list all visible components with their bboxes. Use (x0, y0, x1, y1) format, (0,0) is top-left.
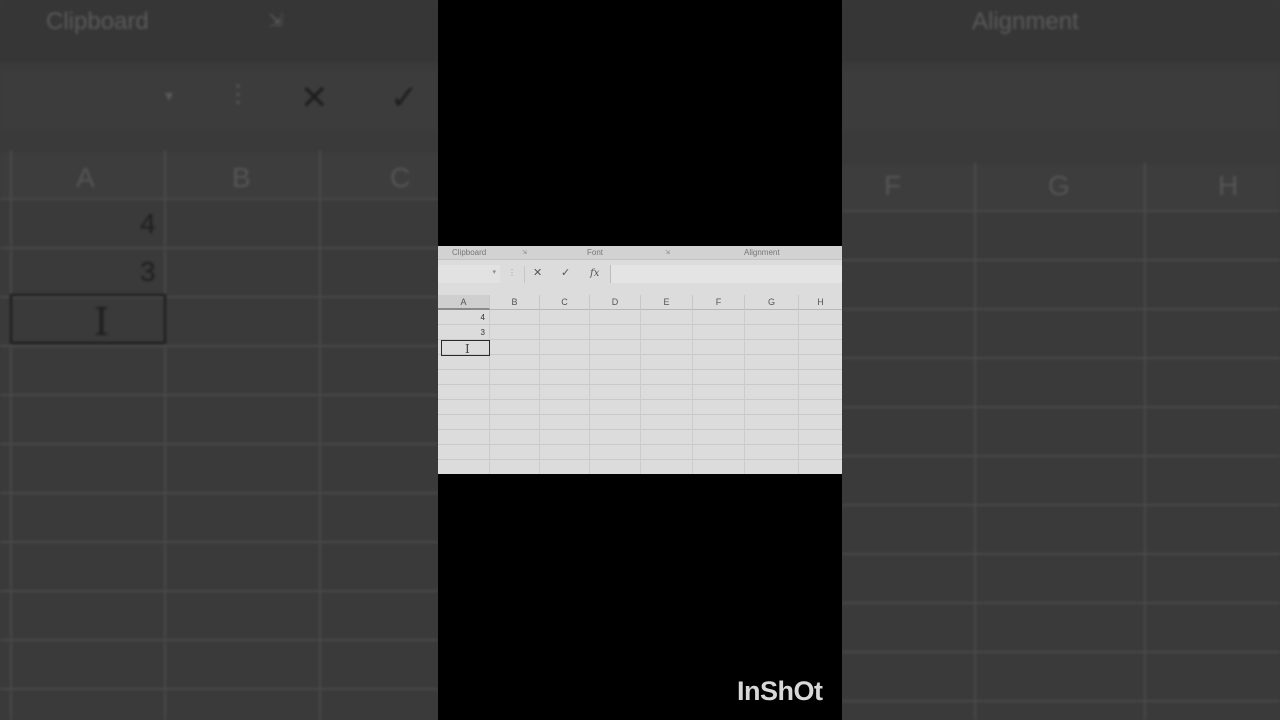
table-row (438, 430, 842, 445)
column-header-a[interactable]: A (438, 295, 490, 310)
bg-clipboard-label: Clipboard (46, 8, 149, 35)
background-zoom-left: Clipboard ⇲ ▾ ⋮ ✕ ✓ A B C 4 3 I (0, 0, 438, 720)
name-box[interactable]: ▾ (438, 265, 500, 283)
table-row (438, 460, 842, 474)
background-zoom-right: Alignment F G H (842, 0, 1280, 720)
bg-cancel-icon: ✕ (300, 79, 329, 117)
spreadsheet-window: Clipboard ⇲ Font ⇲ Alignment ▾ ⋮ ✕ ✓ fx … (438, 246, 842, 474)
column-header-e[interactable]: E (641, 295, 693, 310)
table-row (438, 370, 842, 385)
cell-a1[interactable]: 4 (438, 310, 490, 325)
table-row: 4 (438, 310, 842, 325)
table-row (438, 400, 842, 415)
bg-alignment-label: Alignment (972, 8, 1079, 35)
bg-col-h: H (1218, 170, 1239, 201)
name-box-dropdown-icon[interactable]: ▾ (492, 268, 496, 276)
bg-active-cell (10, 294, 166, 344)
bg-col-b: B (232, 162, 251, 193)
bg-col-c: C (390, 162, 411, 193)
bg-dropdown-icon: ▾ (165, 88, 174, 105)
clipboard-launcher-icon[interactable]: ⇲ (522, 249, 527, 256)
column-header-h[interactable]: H (799, 295, 842, 310)
table-row (438, 415, 842, 430)
bg-dots-icon: ⋮ (226, 81, 250, 108)
table-row (438, 385, 842, 400)
bg-col-f: F (884, 170, 902, 201)
font-group-label: Font (587, 248, 604, 257)
table-row: 3 (438, 325, 842, 340)
font-launcher-icon[interactable]: ⇲ (665, 249, 670, 256)
bg-col-a: A (76, 162, 95, 193)
column-headers: A B C D E F G H (438, 295, 842, 310)
alignment-group-label: Alignment (744, 248, 780, 257)
cell-grid[interactable]: A B C D E F G H 4 3 I (438, 295, 842, 474)
grip-dots-icon[interactable]: ⋮ (508, 268, 516, 277)
table-row (438, 340, 842, 355)
bg-enter-icon: ✓ (390, 79, 419, 117)
column-header-d[interactable]: D (590, 295, 641, 310)
column-header-f[interactable]: F (693, 295, 745, 310)
table-row (438, 355, 842, 370)
ribbon-group-labels: Clipboard ⇲ Font ⇲ Alignment (438, 246, 842, 260)
clipboard-group-label: Clipboard (452, 248, 487, 257)
formula-input[interactable] (610, 265, 842, 283)
cancel-entry-button[interactable]: ✕ (533, 266, 542, 279)
formula-bar: ▾ ⋮ ✕ ✓ fx (438, 265, 842, 285)
ibeam-cursor-icon: I (465, 342, 470, 356)
bg-launcher-icon: ⇲ (268, 10, 284, 30)
bg-col-g: G (1048, 170, 1070, 201)
cell-a2[interactable]: 3 (438, 325, 490, 340)
bg-cell-a1: 4 (140, 208, 156, 239)
bg-cell-a2: 3 (140, 256, 156, 287)
bg-ibeam-cursor-icon: I (94, 300, 110, 344)
enter-entry-button[interactable]: ✓ (561, 266, 570, 279)
column-header-b[interactable]: B (490, 295, 540, 310)
column-header-c[interactable]: C (540, 295, 590, 310)
column-header-g[interactable]: G (745, 295, 799, 310)
inshot-watermark: InShOt (737, 676, 823, 706)
table-row (438, 445, 842, 460)
insert-function-button[interactable]: fx (590, 268, 599, 279)
